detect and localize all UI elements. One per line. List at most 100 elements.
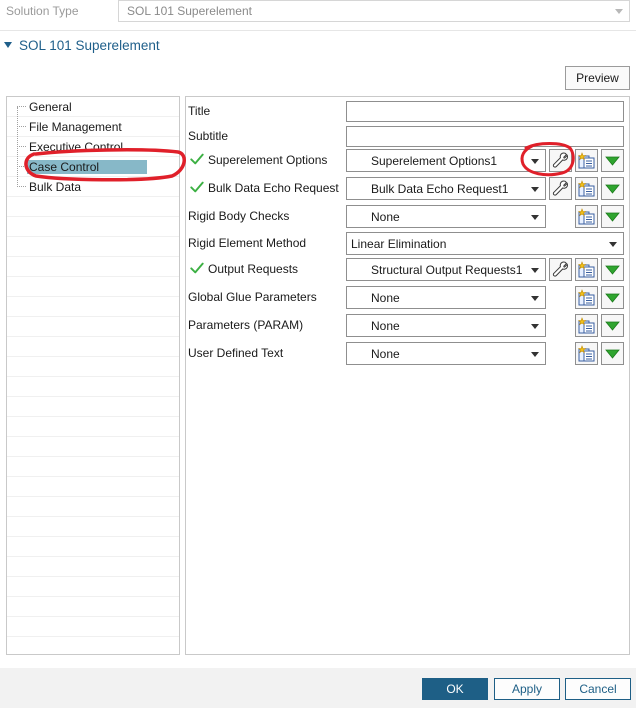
chevron-down-icon [531,324,539,329]
global-glue-parameters-selected-value: None [371,291,400,305]
output-requests-label: Output Requests [208,262,299,276]
preview-button[interactable]: Preview [565,66,630,90]
tree-connector [17,146,26,147]
chevron-down-icon [615,9,623,14]
form-row-parameters-param: Parameters (PARAM) None [186,313,629,337]
form-row-rigid-body-checks: Rigid Body Checks None [186,204,629,228]
tree-row-background [7,297,179,317]
subtitle-label: Subtitle [188,129,229,143]
create-icon[interactable] [575,149,598,172]
tree-row-background [7,437,179,457]
superelement-options-selected-value: Superelement Options1 [371,154,498,168]
parameters-param-label: Parameters (PARAM) [188,318,304,332]
tree-connector [17,106,26,107]
tree-row-background [7,237,179,257]
tree-item-label: Case Control [27,160,148,174]
tree-item-label: General [29,100,72,114]
tree-row-background [7,577,179,597]
form-row-title: Title [186,99,629,123]
tree-connector [17,166,26,167]
rigid-body-checks-dropdown[interactable]: None [346,205,546,228]
ok-button[interactable]: OK [422,678,488,700]
green-arrow-down-icon[interactable] [601,149,624,172]
tree-row-background [7,617,179,637]
create-icon[interactable] [575,342,598,365]
create-icon[interactable] [575,258,598,281]
rigid-body-checks-selected-value: None [371,210,400,224]
tree-item-general[interactable]: General [7,97,179,117]
collapse-triangle-icon [4,42,12,48]
chevron-down-icon [531,268,539,273]
wrench-icon[interactable] [549,258,572,281]
user-defined-text-label: User Defined Text [188,346,284,360]
tree-row-background [7,257,179,277]
divider [0,30,636,31]
apply-button[interactable]: Apply [494,678,560,700]
cancel-button[interactable]: Cancel [565,678,631,700]
check-icon [190,153,204,165]
tree-row-background [7,517,179,537]
form-row-bulk-data-echo-request: Bulk Data Echo Request Bulk Data Echo Req… [186,176,629,200]
tree-item-case-control[interactable]: Case Control [7,157,179,177]
tree-connector [17,126,26,127]
tree-item-label: Bulk Data [29,180,82,194]
superelement-options-label: Superelement Options [208,153,328,167]
user-defined-text-selected-value: None [371,347,400,361]
chevron-down-icon [531,187,539,192]
form-row-output-requests: Output Requests Structural Output Request… [186,257,629,281]
tree-row-background [7,357,179,377]
parameters-param-selected-value: None [371,319,400,333]
green-arrow-down-icon[interactable] [601,314,624,337]
parameters-param-dropdown[interactable]: None [346,314,546,337]
create-icon[interactable] [575,177,598,200]
solution-type-value: SOL 101 Superelement [127,4,252,18]
global-glue-parameters-dropdown[interactable]: None [346,286,546,309]
chevron-down-icon [531,159,539,164]
tree-item-label: Executive Control [29,140,124,154]
tree-row-background [7,557,179,577]
solution-type-label: Solution Type [6,4,79,18]
chevron-down-icon [609,242,617,247]
chevron-down-icon [531,296,539,301]
rigid-element-method-dropdown[interactable]: Linear Elimination [346,232,624,255]
green-arrow-down-icon[interactable] [601,342,624,365]
create-icon[interactable] [575,205,598,228]
title-label: Title [188,104,211,118]
tree-item-executive-control[interactable]: Executive Control [7,137,179,157]
green-arrow-down-icon[interactable] [601,286,624,309]
tree-row-background [7,277,179,297]
solution-type-row: Solution Type SOL 101 Superelement [0,0,636,24]
tree-connector [17,186,26,187]
green-arrow-down-icon[interactable] [601,205,624,228]
subtitle-input[interactable] [346,126,624,147]
wrench-icon[interactable] [549,177,572,200]
chevron-down-icon [531,352,539,357]
tree-row-background [7,637,179,654]
form-row-global-glue-parameters: Global Glue Parameters None [186,285,629,309]
wrench-icon[interactable] [549,149,572,172]
create-icon[interactable] [575,286,598,309]
check-icon [190,262,204,274]
form-row-user-defined-text: User Defined Text None [186,341,629,365]
green-arrow-down-icon[interactable] [601,177,624,200]
tree-item-file-management[interactable]: File Management [7,117,179,137]
tree-item-bulk-data[interactable]: Bulk Data [7,177,179,197]
solution-type-select[interactable]: SOL 101 Superelement [118,0,630,22]
tree-row-background [7,377,179,397]
tree-row-background [7,597,179,617]
bulk-data-echo-request-dropdown[interactable]: Bulk Data Echo Request1 [346,177,546,200]
user-defined-text-dropdown[interactable]: None [346,342,546,365]
section-header[interactable]: SOL 101 Superelement [4,38,160,56]
green-arrow-down-icon[interactable] [601,258,624,281]
form-row-rigid-element-method: Rigid Element Method Linear Elimination [186,231,629,255]
output-requests-dropdown[interactable]: Structural Output Requests1 [346,258,546,281]
rigid-element-method-selected-value: Linear Elimination [351,237,447,251]
global-glue-parameters-label: Global Glue Parameters [188,290,317,304]
title-input[interactable] [346,101,624,122]
tree-row-background [7,397,179,417]
check-icon [190,181,204,193]
tree-row-background [7,457,179,477]
superelement-options-dropdown[interactable]: Superelement Options1 [346,149,546,172]
rigid-body-checks-label: Rigid Body Checks [188,209,290,223]
create-icon[interactable] [575,314,598,337]
